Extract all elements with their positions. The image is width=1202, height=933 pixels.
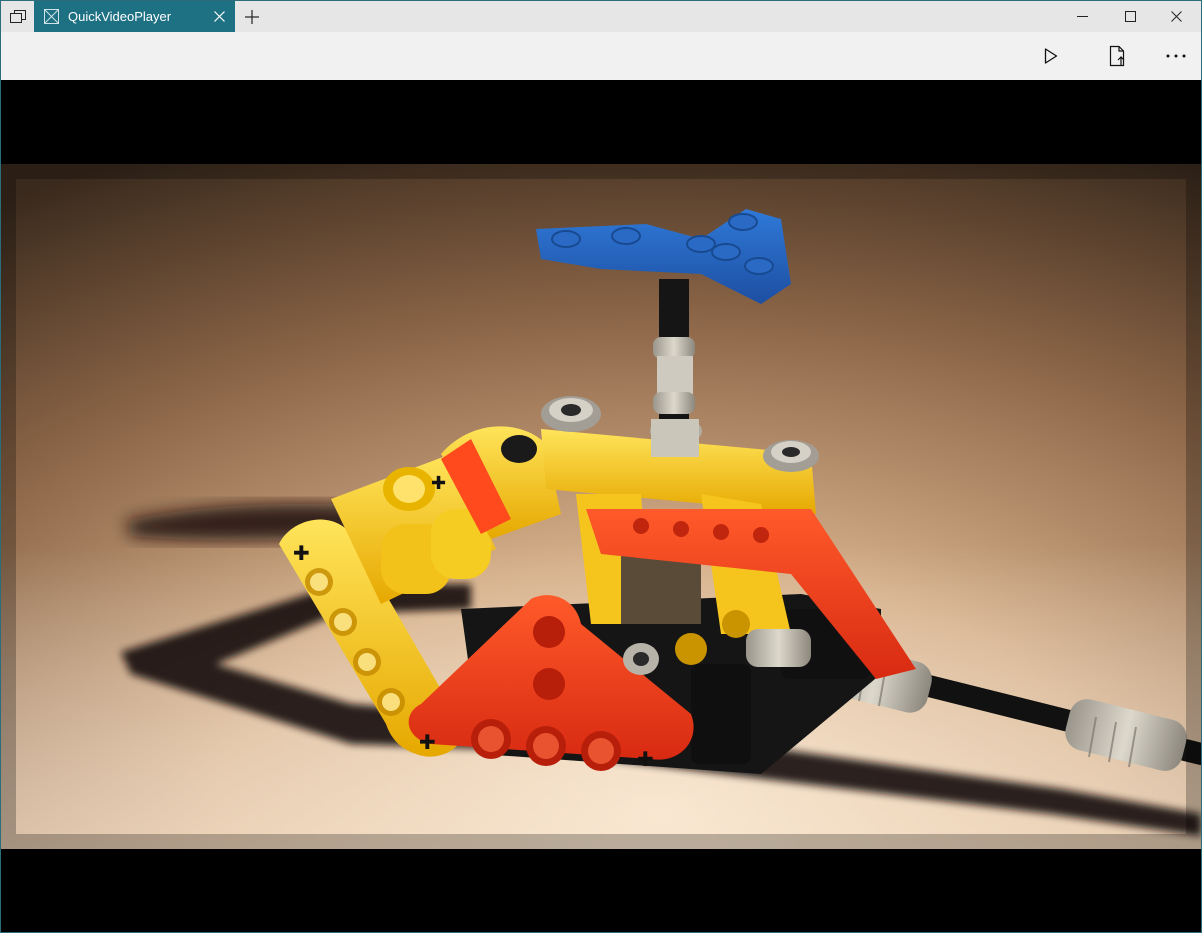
- app-icon: [43, 9, 59, 25]
- svg-text:✚: ✚: [419, 730, 436, 754]
- video-frame-image: ✚ ✚ ✚ ✚: [1, 164, 1201, 849]
- plus-icon: [245, 9, 259, 24]
- open-file-icon: [1109, 45, 1125, 67]
- svg-text:✚: ✚: [431, 473, 446, 494]
- more-icon: [1166, 54, 1186, 58]
- tab-close-button[interactable]: [211, 8, 227, 24]
- close-icon: [1170, 11, 1182, 22]
- minimize-icon: [1076, 16, 1088, 17]
- play-icon: [1044, 48, 1058, 64]
- command-bar: [1, 32, 1201, 80]
- video-player[interactable]: ✚ ✚ ✚ ✚: [1, 80, 1201, 932]
- video-frame[interactable]: ✚ ✚ ✚ ✚: [1, 164, 1201, 849]
- tab-title: QuickVideoPlayer: [68, 9, 172, 24]
- play-button[interactable]: [1029, 32, 1073, 80]
- tab-quickvideoplayer[interactable]: QuickVideoPlayer: [34, 1, 235, 32]
- maximize-button[interactable]: [1107, 1, 1153, 32]
- minimize-button[interactable]: [1059, 1, 1105, 32]
- window-close-button[interactable]: [1153, 1, 1199, 32]
- tab-switcher-icon: [9, 9, 26, 23]
- close-icon: [213, 10, 225, 22]
- title-bar: QuickVideoPlayer: [1, 1, 1201, 32]
- app-window: QuickVideoPlayer ✚ ✚ ✚ ✚: [0, 0, 1202, 933]
- svg-text:✚: ✚: [637, 747, 654, 771]
- new-tab-button[interactable]: [237, 1, 267, 32]
- svg-text:✚: ✚: [293, 541, 310, 565]
- open-file-button[interactable]: [1096, 32, 1140, 80]
- tab-switcher-button[interactable]: [1, 1, 34, 32]
- maximize-icon: [1124, 11, 1136, 22]
- more-options-button[interactable]: [1154, 32, 1198, 80]
